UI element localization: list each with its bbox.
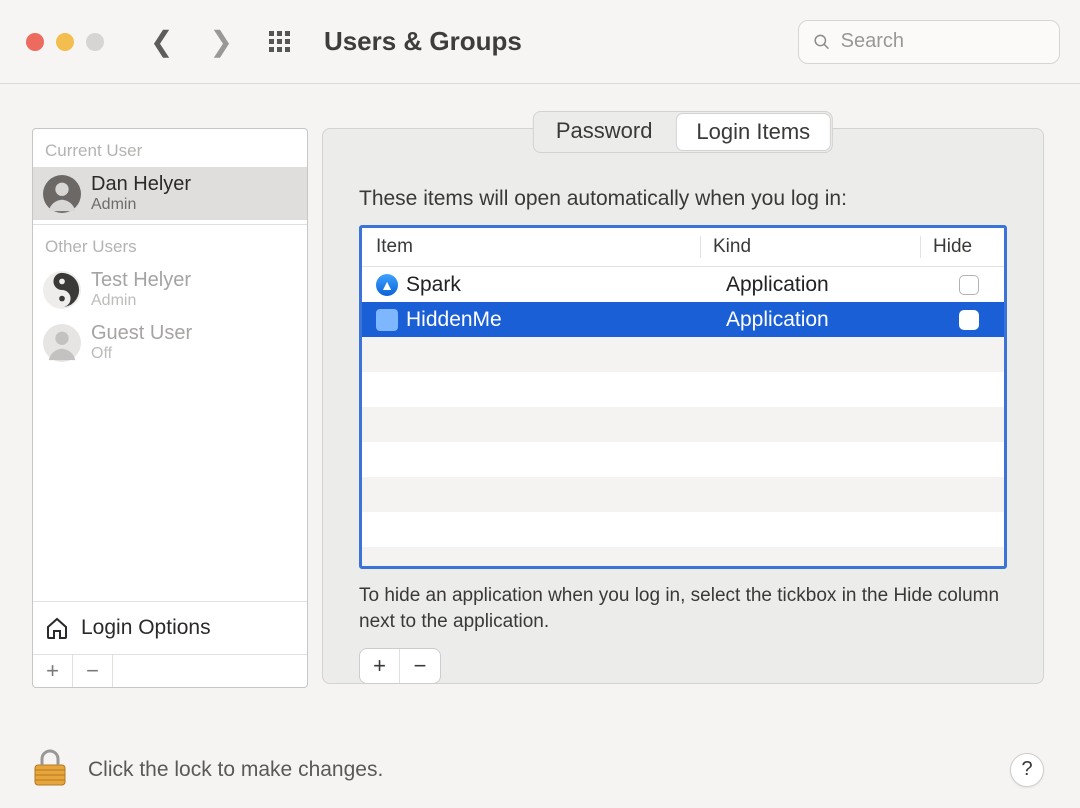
app-icon	[376, 309, 398, 331]
toolbar: ❮ ❯ Users & Groups	[0, 0, 1080, 84]
col-item[interactable]: Item	[376, 236, 700, 258]
login-items-add-remove: + −	[359, 648, 441, 684]
login-items-table[interactable]: Item Kind Hide ▲ Spark Application Hidd	[359, 225, 1007, 569]
user-role: Off	[91, 345, 192, 363]
app-icon: ▲	[376, 274, 398, 296]
hide-checkbox[interactable]	[959, 310, 979, 330]
window-controls	[26, 33, 104, 51]
main-panel: Password Login Items These items will op…	[322, 128, 1044, 688]
hide-checkbox[interactable]	[959, 275, 979, 295]
search-input[interactable]	[841, 30, 1045, 53]
user-name: Dan Helyer	[91, 173, 191, 196]
avatar	[43, 324, 81, 362]
navigation-arrows: ❮ ❯	[150, 28, 233, 56]
close-window-button[interactable]	[26, 33, 44, 51]
table-row[interactable]: ▲ Spark Application	[362, 267, 1004, 302]
table-row	[362, 372, 1004, 407]
avatar	[43, 271, 81, 309]
sidebar-add-remove: + −	[33, 654, 307, 687]
user-name: Test Helyer	[91, 269, 191, 292]
table-row	[362, 442, 1004, 477]
search-icon	[813, 32, 831, 52]
table-row	[362, 547, 1004, 569]
add-user-button[interactable]: +	[33, 655, 73, 687]
remove-user-button[interactable]: −	[73, 655, 113, 687]
lock-message: Click the lock to make changes.	[88, 758, 383, 782]
user-role: Admin	[91, 196, 191, 214]
table-header: Item Kind Hide	[362, 228, 1004, 267]
sidebar-section-other: Other Users	[33, 225, 307, 263]
item-kind: Application	[714, 273, 934, 297]
user-role: Admin	[91, 292, 191, 310]
minimize-window-button[interactable]	[56, 33, 74, 51]
help-button[interactable]: ?	[1010, 753, 1044, 787]
sidebar-login-options[interactable]: Login Options	[33, 601, 307, 654]
col-kind[interactable]: Kind	[700, 236, 920, 258]
zoom-window-button[interactable]	[86, 33, 104, 51]
sidebar-user-guest[interactable]: Guest User Off	[33, 316, 307, 369]
avatar	[43, 175, 81, 213]
tab-bar: Password Login Items	[533, 111, 833, 153]
table-row	[362, 477, 1004, 512]
remove-login-item-button[interactable]: −	[400, 649, 440, 683]
sidebar-user-current[interactable]: Dan Helyer Admin	[33, 167, 307, 220]
search-field[interactable]	[798, 20, 1060, 64]
login-items-panel: Password Login Items These items will op…	[322, 128, 1044, 684]
add-login-item-button[interactable]: +	[360, 649, 400, 683]
table-row[interactable]: HiddenMe Application	[362, 302, 1004, 337]
table-row	[362, 407, 1004, 442]
sidebar-user-test[interactable]: Test Helyer Admin	[33, 263, 307, 316]
show-all-prefs-button[interactable]	[269, 31, 290, 52]
tab-password[interactable]: Password	[534, 112, 675, 152]
forward-button[interactable]: ❯	[209, 28, 232, 56]
sidebar-section-current: Current User	[33, 129, 307, 167]
item-kind: Application	[714, 308, 934, 332]
item-name: HiddenMe	[406, 308, 502, 332]
user-name: Guest User	[91, 322, 192, 345]
users-sidebar: Current User Dan Helyer Admin Other User…	[32, 128, 308, 688]
login-items-description: These items will open automatically when…	[359, 187, 1007, 211]
col-hide[interactable]: Hide	[920, 236, 990, 258]
back-button[interactable]: ❮	[150, 28, 173, 56]
table-row	[362, 337, 1004, 372]
item-name: Spark	[406, 273, 461, 297]
lock-icon[interactable]	[32, 747, 68, 792]
home-icon	[45, 616, 69, 640]
login-items-hint: To hide an application when you log in, …	[359, 583, 1007, 634]
tab-login-items[interactable]: Login Items	[675, 113, 831, 151]
login-options-label: Login Options	[81, 616, 211, 640]
table-row	[362, 512, 1004, 547]
footer: Click the lock to make changes. ?	[32, 747, 1044, 792]
window-title: Users & Groups	[324, 26, 522, 57]
